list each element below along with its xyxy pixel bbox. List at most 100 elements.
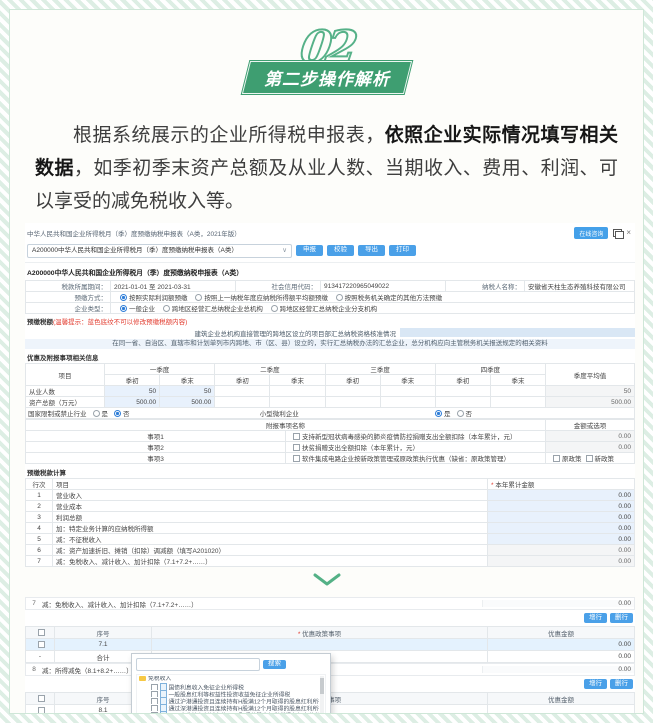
policy-select-cell[interactable] xyxy=(151,638,488,651)
tree-item[interactable]: 通过深港通投资且连续持有H股满12个月取得的股息红利所得免征企业所得税 xyxy=(139,704,319,711)
benefit-section-title: 优惠及附报事项相关信息 xyxy=(27,355,99,362)
period-value: 2021-01-01 至 2021-03-31 xyxy=(110,280,236,292)
table-row: 资产总额（万元） 500.00 500.00 500.00 xyxy=(25,396,635,408)
checkbox-icon[interactable] xyxy=(151,711,158,713)
radio-off-icon xyxy=(92,410,100,417)
employees-q1-end[interactable]: 50 xyxy=(159,385,216,397)
tree-item[interactable]: 居民企业持有创新企业CDR取得的股息红利所得免征企业所得税 xyxy=(139,711,319,713)
restricted-industry-row: 国家限制或禁止行业 是 否 小型微利企业 是 否 xyxy=(25,408,635,419)
radio-other-method[interactable]: 按照税务机关确定的其他方法预缴 xyxy=(330,294,442,302)
col-q2: 二季度 xyxy=(214,363,326,375)
consult-badge[interactable]: 在线咨询 xyxy=(574,227,609,239)
line-no: 5 xyxy=(25,533,53,545)
col-quarter-end: 季末 xyxy=(159,374,216,386)
col-quarter-end: 季末 xyxy=(489,374,547,386)
taxpayer-name-value: 安徽省天柱生态养殖科技有限公司 xyxy=(524,280,635,292)
empty-cell[interactable] xyxy=(324,396,381,408)
construction-hq-input[interactable] xyxy=(400,328,635,337)
delete-row-button[interactable]: 删行 xyxy=(610,613,633,623)
checkbox-icon[interactable] xyxy=(553,455,560,462)
empty-cell[interactable] xyxy=(269,396,326,408)
total-value: 0.00 xyxy=(487,650,635,663)
employees-q1-begin[interactable]: 50 xyxy=(103,385,161,397)
empty-cell[interactable] xyxy=(379,385,436,397)
line-no: 1 xyxy=(25,489,53,501)
amount-input[interactable]: 0.00 xyxy=(487,500,635,512)
col-quarter-begin: 季初 xyxy=(103,374,161,386)
radio-restricted-yes[interactable]: 是 xyxy=(87,408,108,418)
empty-cell[interactable] xyxy=(434,396,491,408)
declare-button[interactable]: 申报 xyxy=(296,245,323,256)
assets-q1-begin[interactable]: 500.00 xyxy=(103,396,161,408)
line-no: 3 xyxy=(25,511,53,523)
close-icon[interactable]: × xyxy=(626,229,631,237)
checkbox-icon[interactable] xyxy=(293,455,300,462)
checkbox-icon[interactable] xyxy=(37,694,45,702)
annex-no: 事项3 xyxy=(25,452,286,464)
empty-cell[interactable] xyxy=(214,396,271,408)
chevron-down-icon xyxy=(313,573,340,586)
empty-cell[interactable] xyxy=(434,385,491,397)
empty-cell[interactable] xyxy=(379,396,436,408)
tree-item[interactable]: 一般股息红利等权益性投资收益免征企业所得税 xyxy=(139,690,319,697)
col-q3: 三季度 xyxy=(324,363,436,375)
tax-window-title: 中华人民共和国企业所得税月（季）度预缴纳税申报表（A类，2021年版） xyxy=(27,231,241,238)
checkbox-icon[interactable] xyxy=(293,433,300,440)
amount-input[interactable]: 0.00 xyxy=(487,533,635,545)
radio-prev-year-average[interactable]: 按照上一纳税年度应纳税所得额平均额预缴 xyxy=(189,294,328,302)
col-quarter-begin: 季初 xyxy=(434,374,491,386)
radio-off-icon xyxy=(456,410,464,417)
taxpayer-name-label: 纳税人名称： xyxy=(445,280,525,292)
amount-cell[interactable]: 0.00 xyxy=(487,638,635,651)
col-quarter-end: 季末 xyxy=(379,374,436,386)
policy-search-input[interactable] xyxy=(136,658,260,671)
radio-small-yes[interactable]: 是 xyxy=(429,408,451,418)
amount-input[interactable]: 0.00 xyxy=(487,522,635,534)
checkbox-icon[interactable] xyxy=(37,628,45,636)
amount-readonly: 0.00 xyxy=(482,666,634,673)
delete-row-button[interactable]: 删行 xyxy=(610,679,633,689)
policy-picker-popup: 搜索 免税收入 国债利息收入免征企业所得税 一般股息红利等权益性投资收益免征企业… xyxy=(131,653,331,713)
assets-q1-end[interactable]: 500.00 xyxy=(159,396,216,408)
empty-cell[interactable] xyxy=(489,385,547,397)
tree-item[interactable]: 通过沪港通投资且连续持有H股满12个月取得的股息红利所得免征企业所得税 xyxy=(139,697,319,704)
validate-button[interactable]: 校验 xyxy=(327,245,354,256)
radio-actual-profit[interactable]: 按照实际利润额预缴 xyxy=(114,294,188,302)
annex-value: 0.00 xyxy=(545,430,635,442)
checkbox-icon[interactable] xyxy=(293,444,300,451)
empty-cell[interactable] xyxy=(324,385,381,397)
col-amount: 优惠金额 xyxy=(487,692,635,705)
col-item: 项目 xyxy=(52,478,488,490)
amount-input[interactable]: 0.00 xyxy=(487,489,635,501)
amount-cell[interactable] xyxy=(487,704,635,713)
form-select[interactable]: A200000中华人民共和国企业所得税月（季）度预缴纳税申报表（A类） ∨ xyxy=(27,243,292,258)
radio-small-no[interactable]: 否 xyxy=(451,408,472,418)
checkbox-icon[interactable] xyxy=(37,706,45,713)
add-row-button[interactable]: 增行 xyxy=(584,613,607,623)
empty-cell[interactable] xyxy=(489,396,547,408)
empty-cell[interactable] xyxy=(269,385,326,397)
checkbox-icon[interactable] xyxy=(585,455,593,462)
add-row-button[interactable]: 增行 xyxy=(584,679,607,689)
print-button[interactable]: 打印 xyxy=(389,245,416,256)
amount-input[interactable]: 0.00 xyxy=(487,511,635,523)
scrollbar-vertical[interactable] xyxy=(320,676,324,713)
empty-cell[interactable] xyxy=(214,385,271,397)
tree-item[interactable]: 国债利息收入免征企业所得税 xyxy=(139,683,319,690)
prepay-method-label: 预缴方式： xyxy=(25,291,111,303)
tree-root[interactable]: 免税收入 xyxy=(139,676,319,683)
table-row: 1 营业收入 0.00 xyxy=(25,489,635,501)
chevron-divider xyxy=(10,572,643,592)
row-label: 从业人数 xyxy=(25,385,105,397)
window-icon[interactable] xyxy=(613,229,625,239)
checkbox-icon[interactable] xyxy=(37,640,45,648)
export-button[interactable]: 导出 xyxy=(358,245,385,256)
radio-branch-enterprise[interactable]: 跨地区经营汇总纳税企业分支机构 xyxy=(265,305,377,313)
grid-row-selected[interactable]: 7.1 0.00 xyxy=(25,638,635,651)
radio-restricted-no[interactable]: 否 xyxy=(108,408,130,418)
radio-hq-enterprise[interactable]: 跨地区经营汇总纳税企业总机构 xyxy=(157,305,263,313)
col-policy: * 优惠政策事项 xyxy=(151,626,488,639)
radio-general-enterprise[interactable]: 一般企业 xyxy=(114,305,155,313)
search-button[interactable]: 搜索 xyxy=(263,659,286,670)
form-select-value: A200000中华人民共和国企业所得税月（季）度预缴纳税申报表（A类） xyxy=(32,246,238,254)
